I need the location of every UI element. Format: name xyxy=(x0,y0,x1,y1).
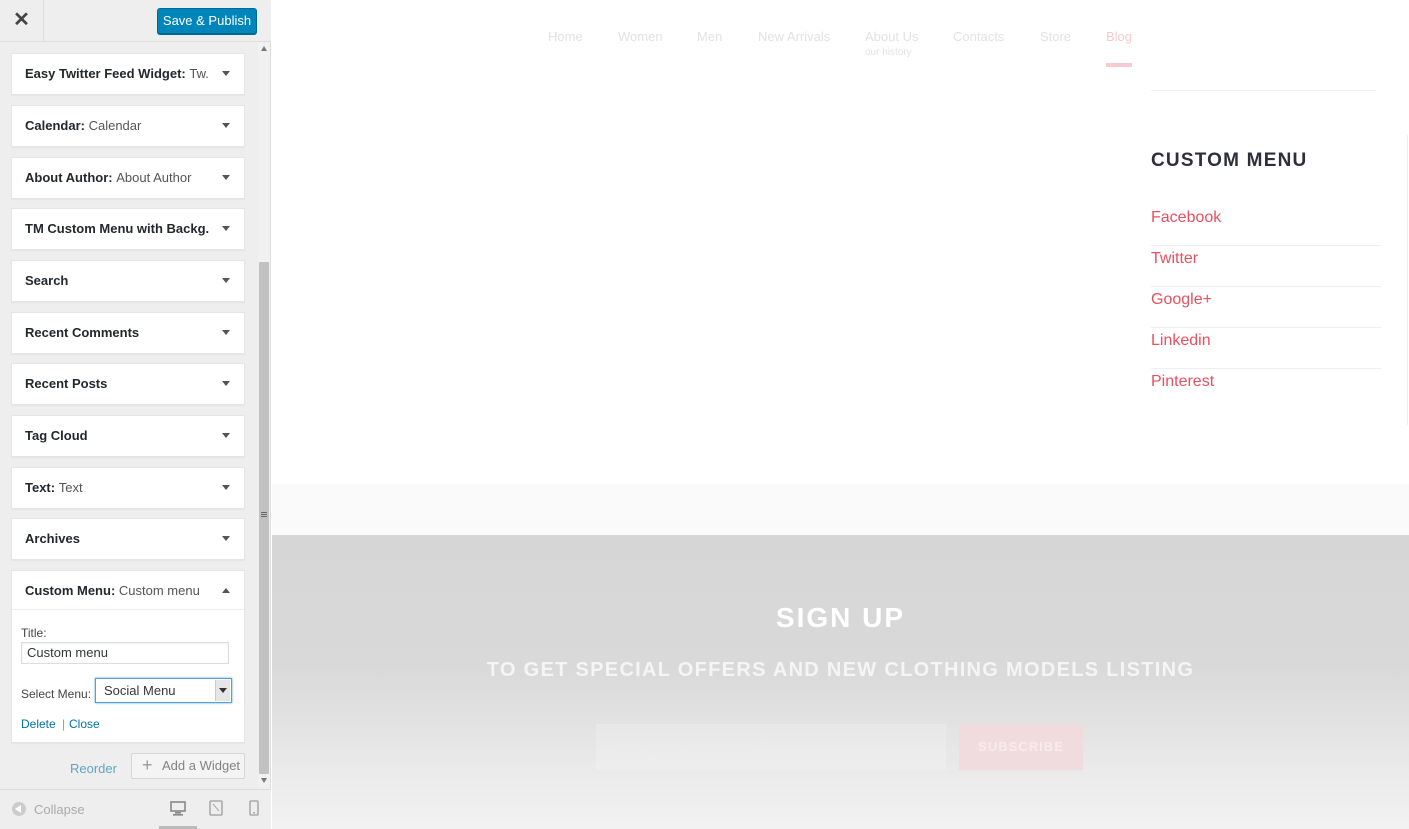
reorder-link[interactable]: Reorder xyxy=(70,761,117,776)
menu-link-twitter[interactable]: Twitter xyxy=(1151,246,1381,287)
expand-arrow-icon[interactable] xyxy=(222,226,230,231)
expand-arrow-icon[interactable] xyxy=(222,536,230,541)
menu-link-facebook[interactable]: Facebook xyxy=(1151,205,1381,246)
menu-link-google-plus[interactable]: Google+ xyxy=(1151,287,1381,328)
close-link[interactable]: Close xyxy=(69,717,100,731)
widget-item[interactable]: Recent Posts xyxy=(11,363,245,405)
tablet-icon[interactable] xyxy=(208,800,224,816)
nav-item-home[interactable]: Home xyxy=(548,29,583,44)
widget-title: Search xyxy=(25,273,69,288)
add-widget-button[interactable]: + Add a Widget xyxy=(131,753,245,779)
widget-title: About Author: About Author xyxy=(25,170,192,185)
collapse-arrow-icon[interactable] xyxy=(222,588,230,593)
expand-arrow-icon[interactable] xyxy=(222,278,230,283)
widget-title[interactable]: Custom Menu: Custom menu xyxy=(25,571,210,611)
widget-title: Recent Posts xyxy=(25,376,108,391)
title-input[interactable]: Custom menu xyxy=(21,642,229,664)
menu-link-linkedin[interactable]: Linkedin xyxy=(1151,328,1381,369)
nav-item-store[interactable]: Store xyxy=(1040,29,1071,44)
delete-link[interactable]: Delete xyxy=(21,717,56,731)
widget-item[interactable]: Calendar: Calendar xyxy=(11,105,245,147)
subscribe-button[interactable]: SUBSCRIBE xyxy=(959,724,1083,770)
nav-item-blog[interactable]: Blog xyxy=(1106,29,1132,44)
email-input[interactable]: Enter your e-mail address xyxy=(596,724,946,770)
widget-item[interactable]: TM Custom Menu with Backg... xyxy=(11,208,245,250)
widget-title: Tag Cloud xyxy=(25,428,88,443)
scroll-up-icon[interactable] xyxy=(261,46,267,51)
widget-title: Archives xyxy=(25,531,80,546)
active-nav-indicator xyxy=(1106,63,1132,67)
widget-item[interactable]: Easy Twitter Feed Widget: Tw... xyxy=(11,53,245,95)
signup-subheading: TO GET SPECIAL OFFERS AND NEW CLOTHING M… xyxy=(486,659,1195,681)
plus-icon: + xyxy=(142,755,153,775)
widget-actions: Reorder + Add a Widget xyxy=(0,748,258,787)
mobile-icon[interactable] xyxy=(246,800,262,816)
nav-subtitle: our history xyxy=(865,47,912,58)
custom-menu-heading: CUSTOM MENU xyxy=(1151,150,1308,171)
expand-arrow-icon[interactable] xyxy=(222,71,230,76)
select-menu-dropdown[interactable]: Social Menu xyxy=(95,678,232,703)
chevron-down-icon xyxy=(215,680,230,701)
collapse-label: Collapse xyxy=(34,802,85,817)
signup-section: SIGN UP TO GET SPECIAL OFFERS AND NEW CL… xyxy=(272,535,1409,829)
collapse-button[interactable]: Collapse xyxy=(12,802,85,817)
widget-list: Easy Twitter Feed Widget: Tw... Calendar… xyxy=(0,42,258,787)
widget-item[interactable]: About Author: About Author xyxy=(11,157,245,199)
menu-link-pinterest[interactable]: Pinterest xyxy=(1151,369,1381,410)
widget-title: Easy Twitter Feed Widget: Tw... xyxy=(25,66,210,81)
widget-title: Text: Text xyxy=(25,480,83,495)
nav-item-women[interactable]: Women xyxy=(618,29,663,44)
select-menu-value: Social Menu xyxy=(104,683,176,698)
scrollbar-thumb[interactable] xyxy=(259,262,269,774)
nav-item-contacts[interactable]: Contacts xyxy=(953,29,1004,44)
expand-arrow-icon[interactable] xyxy=(222,330,230,335)
section-spacer xyxy=(272,484,1409,535)
select-menu-label: Select Menu: xyxy=(21,687,92,701)
expand-arrow-icon[interactable] xyxy=(222,485,230,490)
close-icon: ✕ xyxy=(13,9,30,31)
widget-title: Recent Comments xyxy=(25,325,140,340)
title-label: Title: xyxy=(21,626,47,640)
widget-item[interactable]: Recent Comments xyxy=(11,312,245,354)
divider xyxy=(1151,90,1376,91)
widget-form: Title: Custom menu Select Menu: Social M… xyxy=(12,609,244,743)
widget-title: Calendar: Calendar xyxy=(25,118,142,133)
save-publish-button[interactable]: Save & Publish xyxy=(157,8,257,34)
widget-item[interactable]: Text: Text xyxy=(11,467,245,509)
custom-menu-widget: Custom Menu: Custom menu Title: Custom m… xyxy=(11,570,245,743)
expand-arrow-icon[interactable] xyxy=(222,175,230,180)
nav-item-about-us[interactable]: About Us xyxy=(865,29,918,44)
expand-arrow-icon[interactable] xyxy=(222,123,230,128)
collapse-icon xyxy=(12,802,26,816)
expand-arrow-icon[interactable] xyxy=(222,381,230,386)
signup-heading: SIGN UP xyxy=(775,602,906,633)
add-widget-label: Add a Widget xyxy=(162,758,241,773)
widget-title: TM Custom Menu with Backg... xyxy=(25,221,210,236)
customizer-footer: Collapse xyxy=(0,789,271,829)
widget-item[interactable]: Search xyxy=(11,260,245,302)
widget-item[interactable]: Archives xyxy=(11,518,245,560)
separator: | xyxy=(62,717,66,731)
scroll-down-icon[interactable] xyxy=(261,778,267,783)
sidebar-scrollbar[interactable] xyxy=(258,42,270,787)
customizer-header: ✕ Save & Publish xyxy=(0,0,271,42)
divider xyxy=(1407,135,1408,425)
expand-arrow-icon[interactable] xyxy=(222,433,230,438)
desktop-icon[interactable] xyxy=(170,800,186,816)
nav-item-men[interactable]: Men xyxy=(697,29,722,44)
nav-item-new-arrivals[interactable]: New Arrivals xyxy=(758,29,830,44)
close-customizer-button[interactable]: ✕ xyxy=(0,0,44,41)
widget-item[interactable]: Tag Cloud xyxy=(11,415,245,457)
site-preview: Home Women Men New Arrivals About Us our… xyxy=(272,0,1409,829)
customizer-sidebar: ✕ Save & Publish Easy Twitter Feed Widge… xyxy=(0,0,271,829)
